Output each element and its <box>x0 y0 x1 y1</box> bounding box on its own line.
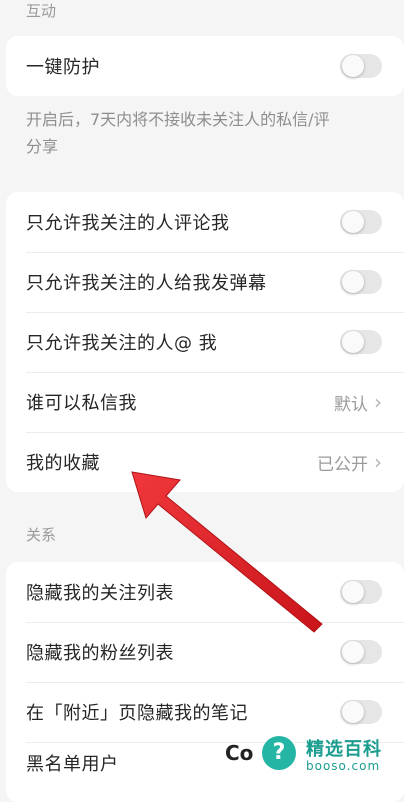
row-label: 只允许我关注的人@ 我 <box>26 333 218 354</box>
toggle-switch[interactable] <box>340 270 382 294</box>
row-comment-followed-only[interactable]: 只允许我关注的人评论我 <box>6 192 404 252</box>
watermark-title: 精选百科 <box>306 739 382 760</box>
row-label: 隐藏我的关注列表 <box>26 583 174 604</box>
toggle-knob <box>342 701 364 723</box>
row-value: 已公开 › <box>317 450 382 475</box>
toggle-switch[interactable] <box>340 330 382 354</box>
section-label-interaction: 互动 <box>26 2 57 20</box>
toggle-switch[interactable] <box>340 640 382 664</box>
toggle-switch[interactable] <box>340 580 382 604</box>
row-my-favorites[interactable]: 我的收藏 已公开 › <box>6 432 404 492</box>
row-value: 默认 › <box>334 390 382 415</box>
toggle-switch[interactable] <box>340 54 382 78</box>
row-hide-fans-list[interactable]: 隐藏我的粉丝列表 <box>6 622 404 682</box>
chevron-right-icon: › <box>374 390 382 414</box>
watermark-subtitle: booso.com <box>306 759 381 773</box>
protection-card: 一键防护 <box>6 36 404 96</box>
row-label: 谁可以私信我 <box>26 393 137 414</box>
row-hide-nearby-notes[interactable]: 在「附近」页隐藏我的笔记 <box>6 682 404 742</box>
protection-note: 开启后，7天内将不接收未关注人的私信/评 分享 <box>26 106 404 160</box>
interaction-card: 只允许我关注的人评论我 只允许我关注的人给我发弹幕 只允许我关注的人@ 我 谁可… <box>6 192 404 492</box>
toggle-switch[interactable] <box>340 210 382 234</box>
row-label: 一键防护 <box>26 57 100 78</box>
toggle-knob <box>342 271 364 293</box>
row-value-text: 已公开 <box>317 454 368 475</box>
row-label: 我的收藏 <box>26 453 100 474</box>
toggle-switch[interactable] <box>340 700 382 724</box>
toggle-knob <box>342 211 364 233</box>
toggle-knob <box>342 331 364 353</box>
watermark-prefix: Co <box>225 741 254 765</box>
row-label: 在「附近」页隐藏我的笔记 <box>26 703 248 724</box>
row-label: 只允许我关注的人给我发弹幕 <box>26 273 267 294</box>
row-who-can-message[interactable]: 谁可以私信我 默认 › <box>6 372 404 432</box>
toggle-knob <box>342 55 364 77</box>
row-one-key-protection[interactable]: 一键防护 <box>6 36 404 96</box>
watermark-logo-icon: ? <box>262 736 296 770</box>
chevron-right-icon: › <box>374 450 382 474</box>
row-label: 隐藏我的粉丝列表 <box>26 643 174 664</box>
toggle-knob <box>342 641 364 663</box>
row-mention-followed-only[interactable]: 只允许我关注的人@ 我 <box>6 312 404 372</box>
row-label: 黑名单用户 <box>26 754 119 775</box>
row-value-text: 默认 <box>334 394 368 415</box>
toggle-knob <box>342 581 364 603</box>
row-hide-following-list[interactable]: 隐藏我的关注列表 <box>6 562 404 622</box>
protection-note-line2: 分享 <box>26 137 59 156</box>
protection-note-line1: 开启后，7天内将不接收未关注人的私信/评 <box>26 110 330 129</box>
row-label: 只允许我关注的人评论我 <box>26 213 230 234</box>
row-danmaku-followed-only[interactable]: 只允许我关注的人给我发弹幕 <box>6 252 404 312</box>
section-label-relation: 关系 <box>26 526 57 544</box>
